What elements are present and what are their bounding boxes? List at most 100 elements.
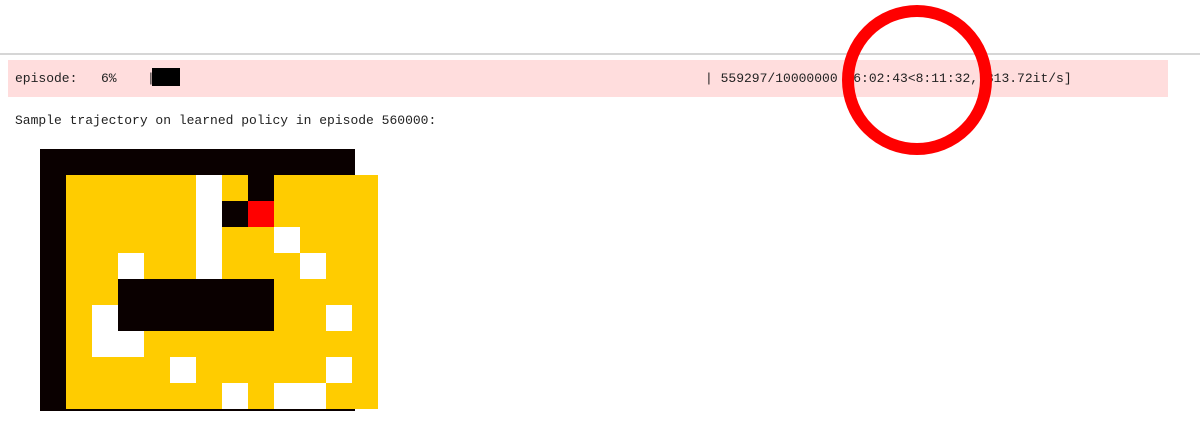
- wall-cell: [170, 279, 196, 305]
- floor-cell: [300, 279, 326, 305]
- floor-cell: [300, 305, 326, 331]
- floor-cell: [274, 331, 300, 357]
- floor-cell: [92, 201, 118, 227]
- floor-cell: [196, 357, 222, 383]
- floor-cell: [92, 253, 118, 279]
- wall-cell: [144, 279, 170, 305]
- floor-cell: [144, 175, 170, 201]
- floor-cell: [248, 383, 274, 409]
- floor-cell: [274, 357, 300, 383]
- floor-cell: [352, 227, 378, 253]
- floor-cell: [144, 383, 170, 409]
- visited-cell: [222, 383, 248, 409]
- floor-cell: [66, 331, 92, 357]
- floor-cell: [352, 357, 378, 383]
- annotation-circle: [842, 5, 992, 155]
- floor-cell: [92, 383, 118, 409]
- wall-cell: [222, 201, 248, 227]
- floor-cell: [248, 253, 274, 279]
- floor-cell: [248, 331, 274, 357]
- floor-cell: [274, 305, 300, 331]
- wall-cell: [170, 305, 196, 331]
- floor-cell: [248, 227, 274, 253]
- floor-cell: [66, 201, 92, 227]
- visited-cell: [196, 227, 222, 253]
- visited-cell: [196, 201, 222, 227]
- floor-cell: [352, 331, 378, 357]
- visited-cell: [92, 305, 118, 331]
- floor-cell: [66, 175, 92, 201]
- top-divider: [0, 53, 1200, 55]
- visited-cell: [118, 253, 144, 279]
- wall-cell: [196, 279, 222, 305]
- floor-cell: [92, 279, 118, 305]
- visited-cell: [326, 357, 352, 383]
- sample-trajectory-text: Sample trajectory on learned policy in e…: [15, 113, 437, 128]
- floor-cell: [222, 357, 248, 383]
- wall-cell: [222, 305, 248, 331]
- floor-cell: [170, 253, 196, 279]
- trajectory-grid: [40, 149, 378, 411]
- visited-cell: [326, 305, 352, 331]
- floor-cell: [170, 201, 196, 227]
- progress-bar-row: episode: 6% | | 559297/10000000 [6:02:43…: [8, 60, 1168, 97]
- floor-cell: [222, 227, 248, 253]
- floor-cell: [274, 201, 300, 227]
- wall-cell: [118, 279, 144, 305]
- floor-cell: [66, 357, 92, 383]
- floor-cell: [144, 227, 170, 253]
- wall-cell: [118, 305, 144, 331]
- floor-cell: [274, 253, 300, 279]
- floor-cell: [66, 279, 92, 305]
- visited-cell: [196, 253, 222, 279]
- floor-cell: [92, 175, 118, 201]
- floor-cell: [66, 383, 92, 409]
- visited-cell: [300, 253, 326, 279]
- floor-cell: [118, 357, 144, 383]
- floor-cell: [352, 279, 378, 305]
- floor-cell: [300, 227, 326, 253]
- floor-cell: [222, 331, 248, 357]
- visited-cell: [274, 227, 300, 253]
- floor-cell: [326, 227, 352, 253]
- floor-cell: [170, 227, 196, 253]
- floor-cell: [352, 201, 378, 227]
- floor-cell: [326, 253, 352, 279]
- floor-cell: [170, 383, 196, 409]
- wall-cell: [248, 279, 274, 305]
- floor-cell: [66, 227, 92, 253]
- progress-percent: 6%: [101, 71, 117, 86]
- floor-cell: [300, 357, 326, 383]
- wall-cell: [248, 175, 274, 201]
- floor-cell: [222, 253, 248, 279]
- visited-cell: [118, 331, 144, 357]
- floor-cell: [248, 357, 274, 383]
- floor-cell: [352, 383, 378, 409]
- wall-cell: [144, 305, 170, 331]
- floor-cell: [300, 331, 326, 357]
- floor-cell: [326, 175, 352, 201]
- floor-cell: [144, 357, 170, 383]
- floor-cell: [118, 201, 144, 227]
- wall-cell: [248, 305, 274, 331]
- wall-cell: [222, 279, 248, 305]
- progress-label: episode:: [15, 71, 78, 86]
- floor-cell: [92, 227, 118, 253]
- floor-cell: [352, 305, 378, 331]
- visited-cell: [300, 383, 326, 409]
- floor-cell: [118, 175, 144, 201]
- floor-cell: [352, 253, 378, 279]
- floor-cell: [144, 331, 170, 357]
- floor-cell: [118, 383, 144, 409]
- agent-cell: [248, 201, 274, 227]
- visited-cell: [92, 331, 118, 357]
- floor-cell: [300, 175, 326, 201]
- floor-cell: [274, 279, 300, 305]
- wall-cell: [196, 305, 222, 331]
- floor-cell: [300, 201, 326, 227]
- floor-cell: [274, 175, 300, 201]
- floor-cell: [144, 253, 170, 279]
- floor-cell: [196, 383, 222, 409]
- floor-cell: [326, 279, 352, 305]
- floor-cell: [144, 201, 170, 227]
